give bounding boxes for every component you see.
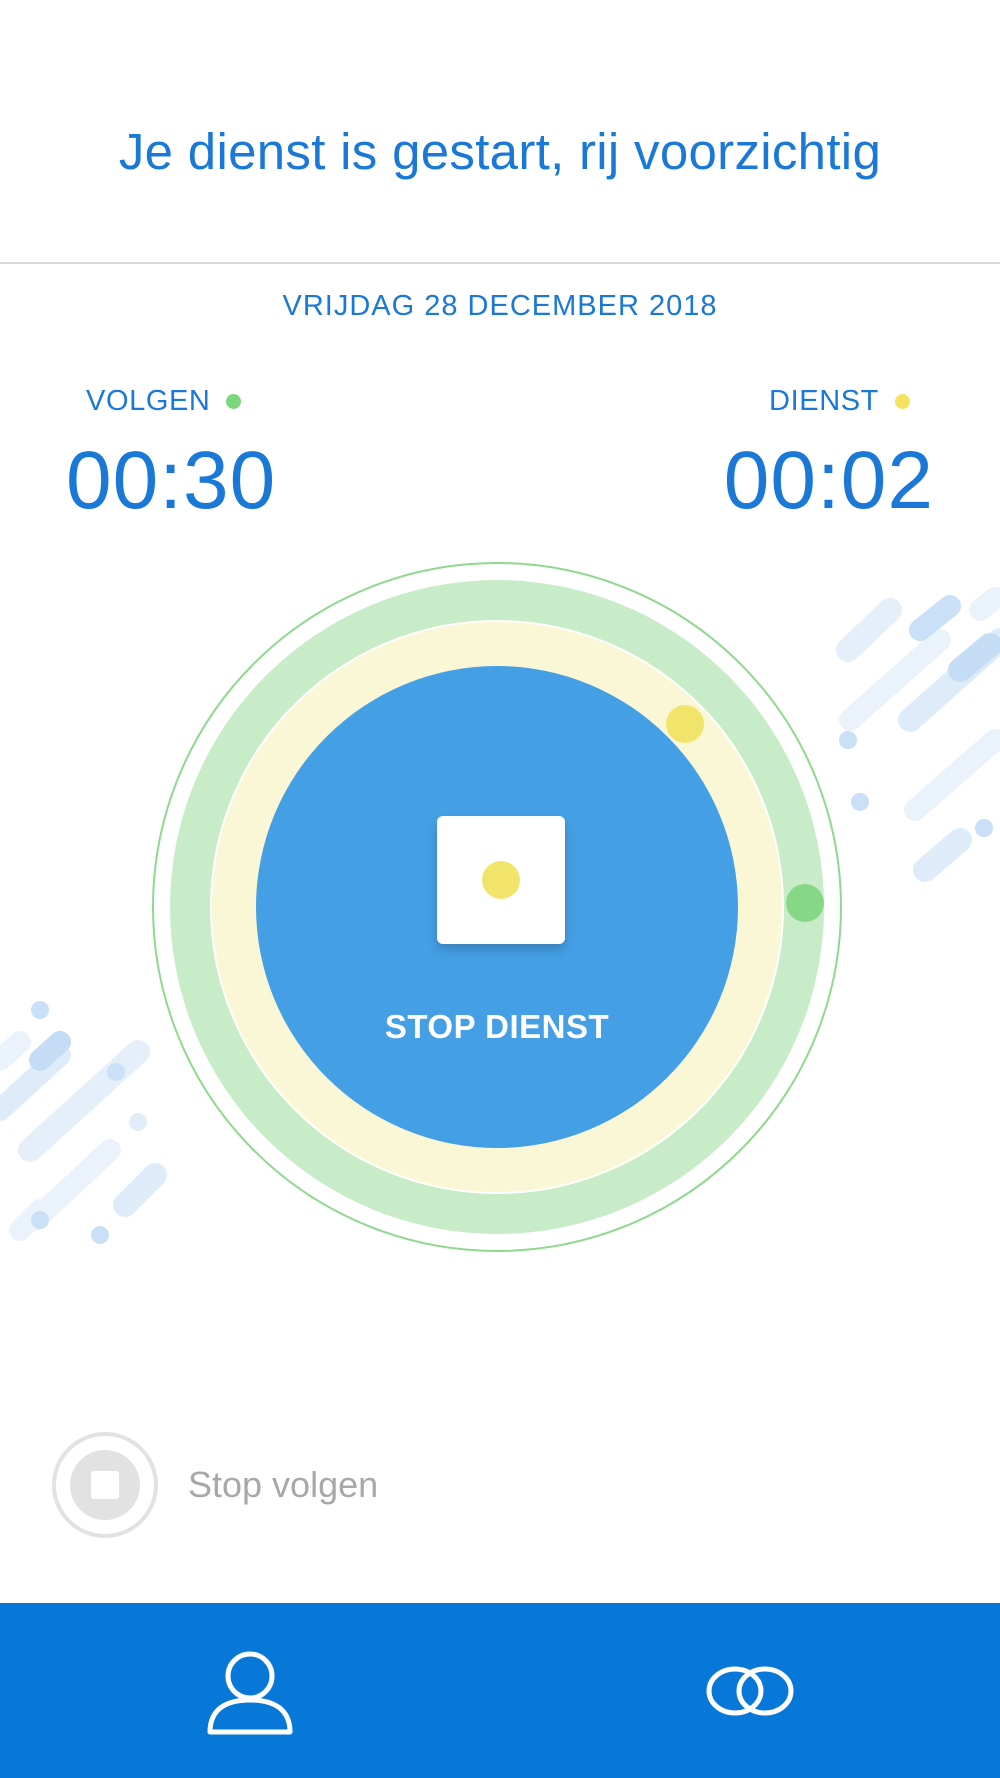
page-title: Je dienst is gestart, rij voorzichtig xyxy=(118,123,882,180)
dienst-timer: DIENST 00:02 xyxy=(724,385,934,528)
volgen-timer: VOLGEN 00:30 xyxy=(66,385,276,528)
tab-profile[interactable] xyxy=(0,1603,500,1778)
volgen-label: VOLGEN xyxy=(86,385,211,417)
header: Je dienst is gestart, rij voorzichtig xyxy=(0,0,1000,264)
link-icon xyxy=(706,1666,794,1715)
dienst-label: DIENST xyxy=(769,385,879,417)
decorative-streaks-right xyxy=(836,587,1000,882)
volgen-status-dot xyxy=(226,394,242,409)
stop-volgen-button[interactable]: Stop volgen xyxy=(52,1432,378,1538)
volgen-label-row: VOLGEN xyxy=(66,385,276,418)
stop-square-icon xyxy=(437,816,565,944)
stop-circle-icon xyxy=(52,1432,158,1538)
user-icon xyxy=(207,1651,293,1734)
stop-dienst-button[interactable]: STOP DIENST xyxy=(256,666,738,1148)
dienst-time: 00:02 xyxy=(723,435,934,526)
tab-link[interactable] xyxy=(500,1603,1000,1778)
decorative-streaks-left xyxy=(0,1001,167,1244)
bottom-navigation xyxy=(0,1603,1000,1778)
dienst-status-dot xyxy=(895,394,910,409)
volgen-progress-marker xyxy=(786,884,824,922)
stop-square-dot xyxy=(482,861,520,899)
date-label: VRIJDAG 28 DECEMBER 2018 xyxy=(282,290,718,322)
shift-status-rings: STOP DIENST xyxy=(152,562,842,1252)
volgen-time: 00:30 xyxy=(66,435,277,526)
stop-volgen-label: Stop volgen xyxy=(188,1464,379,1505)
stop-dienst-label: STOP DIENST xyxy=(384,1008,610,1045)
dienst-label-row: DIENST xyxy=(724,385,934,418)
dienst-progress-marker xyxy=(666,705,704,743)
